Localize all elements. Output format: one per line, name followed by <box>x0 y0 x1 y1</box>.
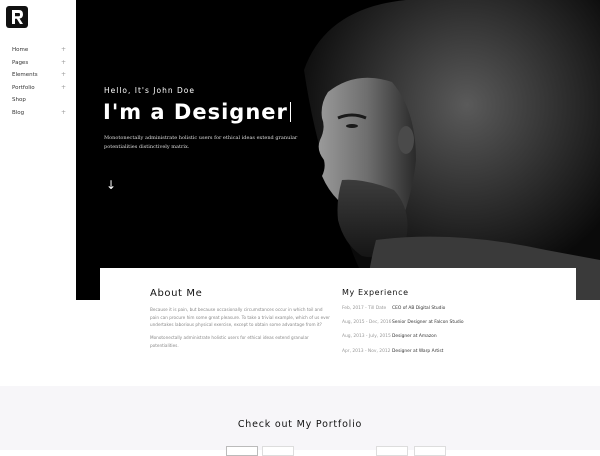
experience-role: Designer at Amazon <box>392 334 437 339</box>
plus-icon[interactable]: + <box>61 44 66 57</box>
portfolio-filter-button[interactable] <box>262 446 294 456</box>
sidebar-item-pages[interactable]: Pages + <box>12 57 70 70</box>
hero-section: Hello, It's John Doe I'm a Designer Mono… <box>76 0 600 300</box>
sidebar-item-label: Home <box>12 47 29 53</box>
experience-item: Apr, 2013 - Nov, 2012 Designer at Warp A… <box>342 347 522 357</box>
about-title: About Me <box>150 288 203 299</box>
sidebar-item-label: Portfolio <box>12 84 35 91</box>
experience-item: Aug, 2013 - July, 2015 Designer at Amazo… <box>342 332 522 342</box>
plus-icon[interactable]: + <box>61 57 66 70</box>
sidebar-item-label: Elements <box>12 72 38 79</box>
about-experience-card: About Me Because it is pain, but because… <box>100 268 576 388</box>
experience-date: Aug, 2013 - July, 2015 <box>342 334 391 339</box>
experience-role: CEO of AB Digital Studio <box>392 306 446 311</box>
sidebar-item-blog[interactable]: Blog + <box>12 107 70 120</box>
hero-description: Monotonectally administrate holistic use… <box>104 135 298 150</box>
experience-date: Apr, 2013 - Nov, 2012 <box>342 349 391 354</box>
portfolio-section: Check out My Portfolio <box>0 386 600 456</box>
main-nav: Home + Pages + Elements + Portfolio + Sh… <box>12 44 70 120</box>
experience-item: Aug, 2015 - Dec, 2016 Senior Designer at… <box>342 318 522 328</box>
hero-greeting: Hello, It's John Doe <box>104 86 195 95</box>
brand-r-logo-icon <box>12 10 23 24</box>
plus-icon[interactable]: + <box>61 69 66 82</box>
portfolio-title: Check out My Portfolio <box>237 419 363 430</box>
sidebar-item-portfolio[interactable]: Portfolio + <box>12 82 70 95</box>
plus-icon[interactable]: + <box>61 82 66 95</box>
sidebar-item-home[interactable]: Home + <box>12 44 70 57</box>
hero-title-text: I'm a Designer <box>103 100 288 124</box>
hero-title: I'm a Designer <box>103 100 292 124</box>
arrow-down-icon[interactable]: ↓ <box>106 178 116 192</box>
experience-item: Feb, 2017 - Till Date CEO of AB Digital … <box>342 304 522 314</box>
sidebar-item-label: Blog <box>12 109 25 116</box>
experience-title: My Experience <box>342 288 409 297</box>
portfolio-filter-button[interactable] <box>414 446 446 456</box>
sidebar-item-label: Pages <box>12 59 29 66</box>
about-paragraph: Monotonectally administrate holistic use… <box>150 335 309 348</box>
experience-date: Feb, 2017 - Till Date <box>342 306 387 311</box>
sidebar-item-elements[interactable]: Elements + <box>12 69 70 82</box>
typing-cursor <box>289 102 292 122</box>
about-paragraph: Because it is pain, but because occasion… <box>150 307 330 327</box>
sidebar-item-shop[interactable]: Shop <box>12 94 70 107</box>
portfolio-filter-button[interactable] <box>376 446 408 456</box>
brand-logo[interactable] <box>6 6 28 28</box>
portfolio-filter-button[interactable] <box>226 446 258 456</box>
sidebar: Home + Pages + Elements + Portfolio + Sh… <box>0 0 76 300</box>
experience-date: Aug, 2015 - Dec, 2016 <box>342 320 392 325</box>
experience-role: Designer at Warp Artist <box>392 349 444 354</box>
experience-role: Senior Designer at Falcon Studio <box>392 320 464 325</box>
plus-icon[interactable]: + <box>61 107 66 120</box>
sidebar-item-label: Shop <box>12 97 26 104</box>
